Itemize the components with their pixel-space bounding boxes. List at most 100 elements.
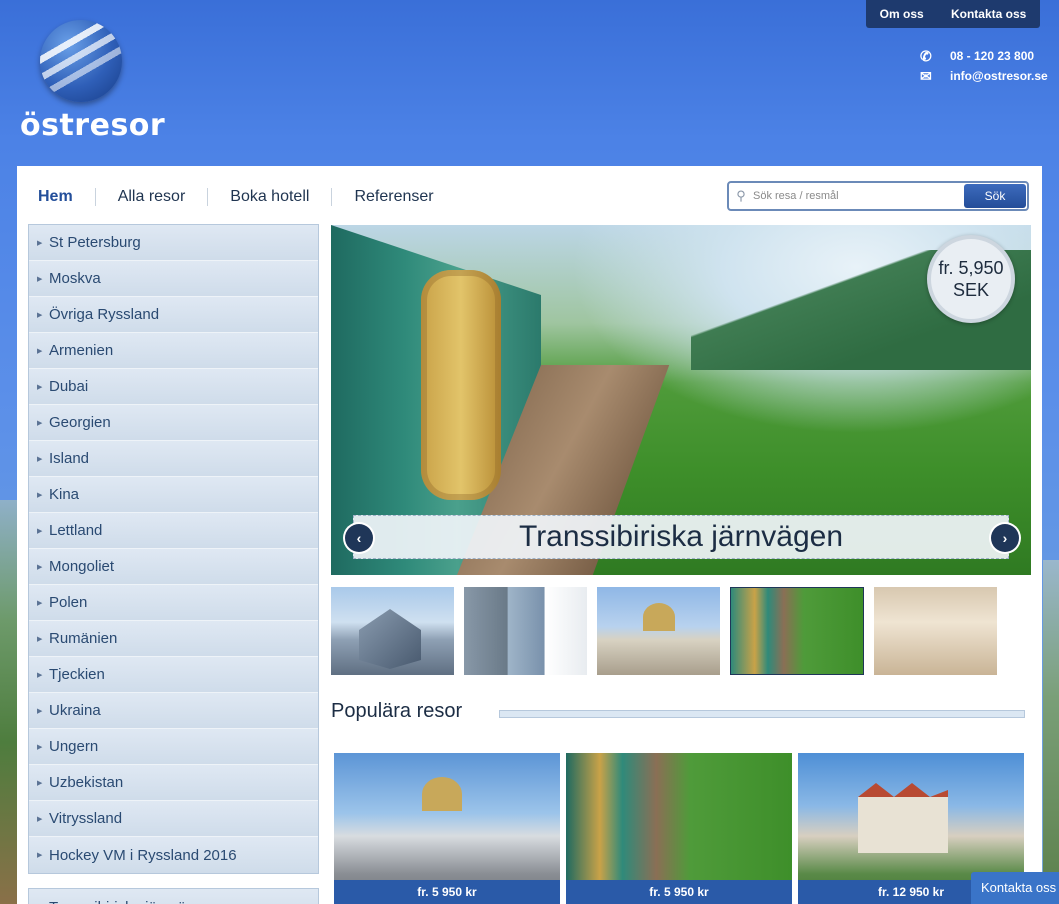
sidebar-item[interactable]: ▶ Ukraina bbox=[29, 693, 318, 729]
phone-icon: ✆ bbox=[920, 47, 932, 64]
slider-next-button[interactable]: › bbox=[991, 524, 1019, 552]
triangle-right-icon: ▶ bbox=[37, 419, 43, 427]
search-button[interactable]: Sök bbox=[964, 184, 1026, 208]
email-address[interactable]: info@ostresor.se bbox=[950, 69, 1048, 83]
sidebar-item[interactable]: ▶Transsibiriska järnvägen bbox=[29, 889, 318, 904]
sidebar-item[interactable]: ▶ Georgien bbox=[29, 405, 318, 441]
sidebar-item[interactable]: ▶ Mongoliet bbox=[29, 549, 318, 585]
nav-references[interactable]: Referenser bbox=[331, 188, 455, 206]
triangle-right-icon: ▶ bbox=[37, 852, 43, 859]
phone-number: 08 - 120 23 800 bbox=[950, 49, 1035, 63]
sidebar-item-label: Ukraina bbox=[49, 702, 101, 719]
mail-icon: ✉ bbox=[920, 67, 932, 84]
sidebar-item[interactable]: ▶ Uzbekistan bbox=[29, 765, 318, 801]
slider-thumb-active[interactable] bbox=[730, 587, 864, 675]
sidebar-item-label: Island bbox=[49, 450, 90, 467]
sidebar-item[interactable]: ▶ Armenien bbox=[29, 333, 318, 369]
slider-thumb[interactable] bbox=[597, 587, 720, 675]
sidebar-item-label: Georgien bbox=[49, 414, 111, 431]
contact-us-link[interactable]: Kontakta oss bbox=[951, 7, 1026, 21]
sidebar-item[interactable]: ▶ Vitryssland bbox=[29, 801, 318, 837]
triangle-right-icon: ▶ bbox=[37, 491, 43, 499]
sidebar-item-label: Ungern bbox=[49, 738, 99, 755]
nav-home[interactable]: Hem bbox=[38, 188, 95, 206]
sidebar-item[interactable]: ▶ Ungern bbox=[29, 729, 318, 765]
chevron-right-icon: › bbox=[1002, 530, 1008, 546]
triangle-right-icon: ▶ bbox=[37, 779, 43, 787]
sidebar-item[interactable]: ▶ Kina bbox=[29, 477, 318, 513]
background-scenery bbox=[0, 500, 18, 904]
main-panel: Hem Alla resor Boka hotell Referenser ⚲ … bbox=[17, 166, 1042, 904]
sidebar-item[interactable]: ▶ Island bbox=[29, 441, 318, 477]
slider-thumb[interactable] bbox=[464, 587, 587, 675]
slide-emblem bbox=[421, 270, 501, 500]
sidebar-item-label: Tjeckien bbox=[49, 666, 105, 683]
brand-name: östresor bbox=[20, 108, 166, 143]
sidebar-item-label: Armenien bbox=[49, 342, 114, 359]
main-nav: Hem Alla resor Boka hotell Referenser ⚲ … bbox=[17, 166, 1042, 224]
sidebar-item[interactable]: ▶ Övriga Ryssland bbox=[29, 297, 318, 333]
popular-title: Populära resor bbox=[331, 700, 463, 722]
price-badge-amount: fr. 5,950 bbox=[938, 258, 1004, 278]
triangle-right-icon: ▶ bbox=[37, 563, 43, 571]
popular-divider bbox=[499, 710, 1025, 718]
contact-info: ✆ 08 - 120 23 800 ✉ info@ostresor.se bbox=[920, 46, 1048, 86]
sidebar-item-label: Kina bbox=[49, 486, 80, 503]
chevron-left-icon: ‹ bbox=[356, 530, 362, 546]
search-icon: ⚲ bbox=[736, 188, 746, 203]
triangle-right-icon: ▶ bbox=[37, 527, 43, 535]
hero-slider: fr. 5,950 SEK Transsibiriska järnvägen ‹… bbox=[331, 225, 1031, 575]
nav-book-hotel[interactable]: Boka hotell bbox=[207, 188, 331, 206]
popular-cards: fr. 5 950 kr fr. 5 950 kr fr. 12 950 kr bbox=[334, 753, 1024, 904]
trip-list: ▶Transsibiriska järnvägen bbox=[28, 888, 319, 904]
sidebar-item[interactable]: ▶ Hockey VM i Ryssland 2016 bbox=[29, 837, 318, 873]
triangle-right-icon: ▶ bbox=[37, 815, 43, 823]
sidebar-item-label: Övriga Ryssland bbox=[49, 306, 160, 323]
sidebar-item-label: Mongoliet bbox=[49, 558, 115, 575]
triangle-right-icon: ▶ bbox=[37, 707, 43, 715]
background-scenery-right bbox=[1043, 560, 1059, 904]
card-price: fr. 5 950 kr bbox=[566, 880, 792, 904]
price-badge: fr. 5,950 SEK bbox=[927, 235, 1015, 323]
slider-prev-button[interactable]: ‹ bbox=[345, 524, 373, 552]
triangle-right-icon: ▶ bbox=[37, 455, 43, 463]
sidebar-item[interactable]: ▶ Dubai bbox=[29, 369, 318, 405]
triangle-right-icon: ▶ bbox=[37, 275, 43, 283]
search-box: ⚲ Sök bbox=[727, 181, 1029, 211]
about-us-link[interactable]: Om oss bbox=[880, 7, 924, 21]
popular-card[interactable]: fr. 5 950 kr bbox=[566, 753, 792, 904]
sidebar-item-label: Moskva bbox=[49, 270, 101, 287]
slide-caption[interactable]: Transsibiriska järnvägen bbox=[353, 515, 1009, 559]
sidebar-item[interactable]: ▶ Rumänien bbox=[29, 621, 318, 657]
sidebar-item-label: Transsibiriska järnvägen bbox=[49, 899, 211, 904]
triangle-right-icon: ▶ bbox=[37, 311, 43, 319]
sidebar-item[interactable]: ▶ St Petersburg bbox=[29, 225, 318, 261]
price-badge-currency: SEK bbox=[952, 280, 990, 300]
triangle-right-icon: ▶ bbox=[37, 743, 43, 751]
sidebar-item[interactable]: ▶ Tjeckien bbox=[29, 657, 318, 693]
destination-list: ▶ St Petersburg ▶ Moskva ▶ Övriga Ryssland ▶ Ar… bbox=[28, 224, 319, 874]
sidebar-item[interactable]: ▶ Moskva bbox=[29, 261, 318, 297]
sidebar-item-label: Rumänien bbox=[49, 630, 118, 647]
popular-card[interactable]: fr. 5 950 kr bbox=[334, 753, 560, 904]
slider-thumb[interactable] bbox=[874, 587, 997, 675]
sidebar-item-label: Dubai bbox=[49, 378, 89, 395]
triangle-right-icon: ▶ bbox=[37, 239, 43, 247]
nav-all-trips[interactable]: Alla resor bbox=[94, 188, 208, 206]
sidebar-item-label: Vitryssland bbox=[49, 810, 123, 827]
floating-contact-button[interactable]: Kontakta oss bbox=[971, 872, 1059, 904]
sidebar-item[interactable]: ▶ Polen bbox=[29, 585, 318, 621]
triangle-right-icon: ▶ bbox=[37, 599, 43, 607]
logo[interactable]: östresor bbox=[20, 20, 165, 145]
sidebar-item-label: St Petersburg bbox=[49, 234, 141, 251]
sidebar: ▶ St Petersburg ▶ Moskva ▶ Övriga Ryssland ▶ Ar… bbox=[28, 224, 319, 904]
slider-thumb[interactable] bbox=[331, 587, 454, 675]
sidebar-item[interactable]: ▶ Lettland bbox=[29, 513, 318, 549]
sidebar-item-label: Hockey VM i Ryssland 2016 bbox=[49, 846, 237, 864]
globe-logo-icon bbox=[40, 20, 122, 102]
search-input[interactable] bbox=[753, 190, 964, 202]
triangle-right-icon: ▶ bbox=[37, 383, 43, 391]
top-links: Om oss Kontakta oss bbox=[866, 0, 1040, 28]
sidebar-item-label: Lettland bbox=[49, 522, 103, 539]
sidebar-item-label: Uzbekistan bbox=[49, 774, 124, 791]
